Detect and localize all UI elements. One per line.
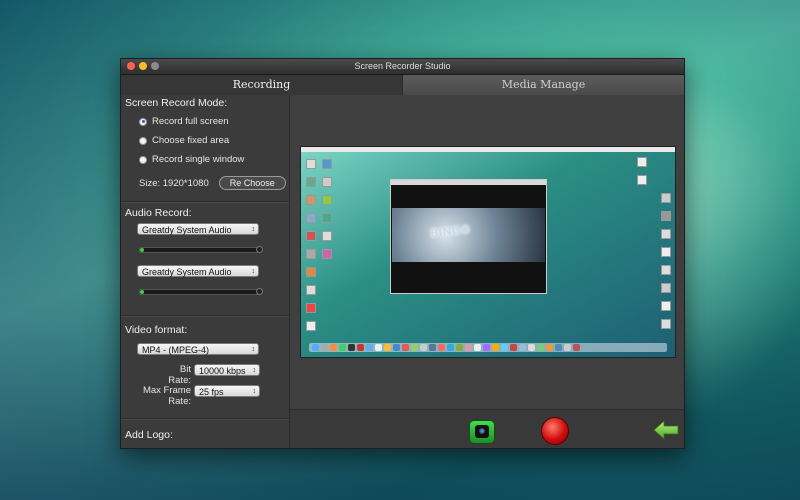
radio-button[interactable] [139,155,147,164]
desktop-icon [661,301,671,311]
audio-level-fill [140,290,144,294]
desktop-icon [661,319,671,329]
size-label: Size: 1920*1080 [139,177,209,189]
audio-record-title: Audio Record: [125,207,192,219]
camera-icon[interactable] [469,420,495,444]
desktop-icon [306,231,316,241]
app-window: Screen Recorder Studio Recording Media M… [120,58,685,449]
select-value: Greatdy System Audio [142,225,232,235]
preview-player-window: BINGO [390,179,547,294]
volume-knob-1[interactable] [256,246,263,253]
add-logo-title[interactable]: Add Logo: [125,429,173,441]
radio-button[interactable] [139,117,147,126]
title-bar: Screen Recorder Studio [121,59,684,75]
desktop-icon [322,159,332,169]
bitrate-label: Bit Rate: [168,364,191,386]
desktop-icon [306,249,316,259]
desktop-icon [306,285,316,295]
desktop-icon [322,177,332,187]
desktop-icon [306,303,316,313]
desktop-icon [637,157,647,167]
desktop-icon [661,247,671,257]
rechoose-button[interactable]: Re Choose [218,176,286,190]
chevron-updown-icon: ↕ [252,388,257,395]
preview-dock [309,343,667,352]
preview-menubar [301,147,675,152]
settings-panel: Screen Record Mode: Record full screen C… [121,95,290,448]
section-divider [121,315,289,317]
desktop-icon [306,177,316,187]
preview-window-titlebar [391,180,546,185]
desktop-icon [306,321,316,331]
option-label: Record full screen [152,116,229,127]
chevron-updown-icon: ↕ [251,268,256,275]
desktop-icon [306,213,316,223]
select-value: Greatdy System Audio [142,267,232,277]
volume-knob-2[interactable] [256,288,263,295]
screen-record-mode-title: Screen Record Mode: [125,97,228,109]
control-bar [290,409,684,448]
desktop-icon [306,159,316,169]
close-button[interactable] [127,62,135,70]
tab-bar: Recording Media Manage [121,75,684,95]
radio-button[interactable] [139,136,147,145]
tab-recording[interactable]: Recording [121,75,402,95]
window-title: Screen Recorder Studio [354,61,451,71]
zoom-button[interactable] [151,62,159,70]
audio-source-select-2[interactable]: Greatdy System Audio ↕ [137,265,259,277]
chevron-updown-icon: ↕ [252,367,257,374]
option-label: Record single window [152,154,245,165]
video-format-select[interactable]: MP4 - (MPEG-4) ↕ [137,343,259,355]
minimize-button[interactable] [139,62,147,70]
desktop-icon [322,231,332,241]
desktop-icon [661,193,671,203]
section-divider [121,418,289,420]
audio-level-meter-2 [139,289,261,295]
back-arrow-icon[interactable] [653,420,679,440]
preview-area: BINGO [290,95,684,448]
record-button[interactable] [541,417,569,445]
framerate-select[interactable]: 25 fps ↕ [194,385,260,397]
screen-preview[interactable]: BINGO [300,146,676,358]
size-row: Size: 1920*1080 Re Choose [139,176,286,190]
option-record-full-screen[interactable]: Record full screen [139,116,229,127]
section-divider [121,201,289,203]
chevron-updown-icon: ↕ [251,226,256,233]
desktop-icon [322,213,332,223]
option-label: Choose fixed area [152,135,230,146]
audio-level-meter-1 [139,247,261,253]
tab-media-manage[interactable]: Media Manage [402,75,684,95]
option-record-single-window[interactable]: Record single window [139,154,244,165]
chevron-updown-icon: ↕ [251,346,256,353]
option-choose-fixed-area[interactable]: Choose fixed area [139,135,229,146]
preview-video-logo: BINGO [429,222,471,241]
video-format-title: Video format: [125,324,188,336]
desktop-icon [322,249,332,259]
select-value: 25 fps [199,387,224,397]
desktop-icon [661,229,671,239]
bitrate-select[interactable]: 10000 kbps ↕ [194,364,260,376]
window-controls [127,62,159,70]
framerate-label: Max Frame Rate: [142,385,191,407]
desktop-icon [661,283,671,293]
desktop-icon [322,195,332,205]
select-value: 10000 kbps [199,366,246,376]
desktop-icon [306,195,316,205]
desktop-icon [637,175,647,185]
audio-level-fill [140,248,144,252]
camera-lens [475,425,489,438]
desktop-icon [306,267,316,277]
desktop-icon [661,211,671,221]
audio-source-select-1[interactable]: Greatdy System Audio ↕ [137,223,259,235]
desktop-icon [661,265,671,275]
select-value: MP4 - (MPEG-4) [142,345,210,355]
preview-video-frame: BINGO [392,208,545,262]
